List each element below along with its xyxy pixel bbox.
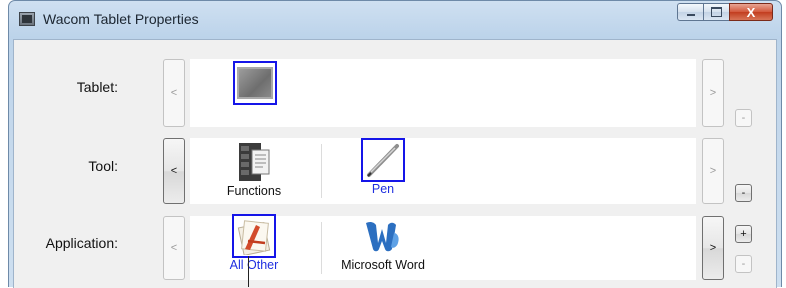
- tool-item-functions[interactable]: Functions: [210, 140, 298, 198]
- wacom-properties-window: Wacom Tablet Properties X Tablet: < > - …: [8, 0, 782, 288]
- all-other-icon: [237, 220, 271, 255]
- functions-icon: [239, 143, 270, 181]
- tablet-app-icon: [19, 12, 35, 26]
- tablet-next-button[interactable]: >: [702, 59, 724, 127]
- tool-prev-button[interactable]: <: [163, 138, 185, 204]
- pen-selection-frame: [361, 138, 405, 182]
- functions-icon-frame: [232, 140, 276, 184]
- window-title: Wacom Tablet Properties: [43, 11, 199, 27]
- tool-item-label: Functions: [226, 184, 282, 198]
- tablet-icon: [237, 67, 273, 99]
- application-row-label: Application:: [45, 235, 118, 251]
- pen-icon: [367, 144, 399, 177]
- callout-line: [248, 256, 249, 287]
- caption-buttons: X: [677, 3, 773, 21]
- application-remove-button[interactable]: -: [735, 255, 752, 273]
- application-item-all-other[interactable]: All Other: [216, 214, 292, 272]
- tablet-item[interactable]: [230, 61, 280, 105]
- minimize-button[interactable]: [677, 3, 703, 21]
- application-divider: [321, 222, 322, 274]
- tool-next-button[interactable]: >: [702, 138, 724, 204]
- properties-panel: Tablet: < > - Tool: < Functions Pen > - …: [13, 39, 777, 288]
- all-other-selection-frame: [232, 214, 276, 258]
- maximize-icon: [711, 7, 722, 17]
- tool-item-label: Pen: [371, 182, 395, 196]
- application-strip: All Other Microsoft Word: [190, 214, 696, 280]
- tool-strip: Functions Pen: [190, 138, 696, 204]
- tool-item-pen[interactable]: Pen: [353, 138, 413, 196]
- application-item-label: All Other: [229, 258, 279, 272]
- close-icon: X: [746, 4, 756, 20]
- tool-row-label: Tool:: [88, 158, 118, 174]
- tablet-prev-button[interactable]: <: [163, 59, 185, 127]
- close-button[interactable]: X: [729, 3, 773, 21]
- tool-remove-button[interactable]: -: [735, 184, 752, 202]
- tablet-selection-frame: [233, 61, 277, 105]
- application-add-button[interactable]: +: [735, 225, 752, 243]
- microsoft-word-icon-frame: [361, 214, 405, 258]
- microsoft-word-icon: [366, 221, 399, 252]
- tool-divider: [321, 144, 322, 198]
- maximize-button[interactable]: [703, 3, 729, 21]
- application-next-button[interactable]: >: [702, 216, 724, 280]
- tablet-row-label: Tablet:: [76, 79, 118, 95]
- application-item-microsoft-word[interactable]: Microsoft Word: [328, 214, 438, 272]
- tablet-strip: [190, 59, 696, 127]
- tablet-remove-button[interactable]: -: [735, 109, 752, 127]
- minimize-icon: [686, 14, 695, 16]
- application-item-label: Microsoft Word: [341, 258, 425, 272]
- application-prev-button[interactable]: <: [163, 216, 185, 280]
- title-bar[interactable]: Wacom Tablet Properties X: [9, 1, 781, 37]
